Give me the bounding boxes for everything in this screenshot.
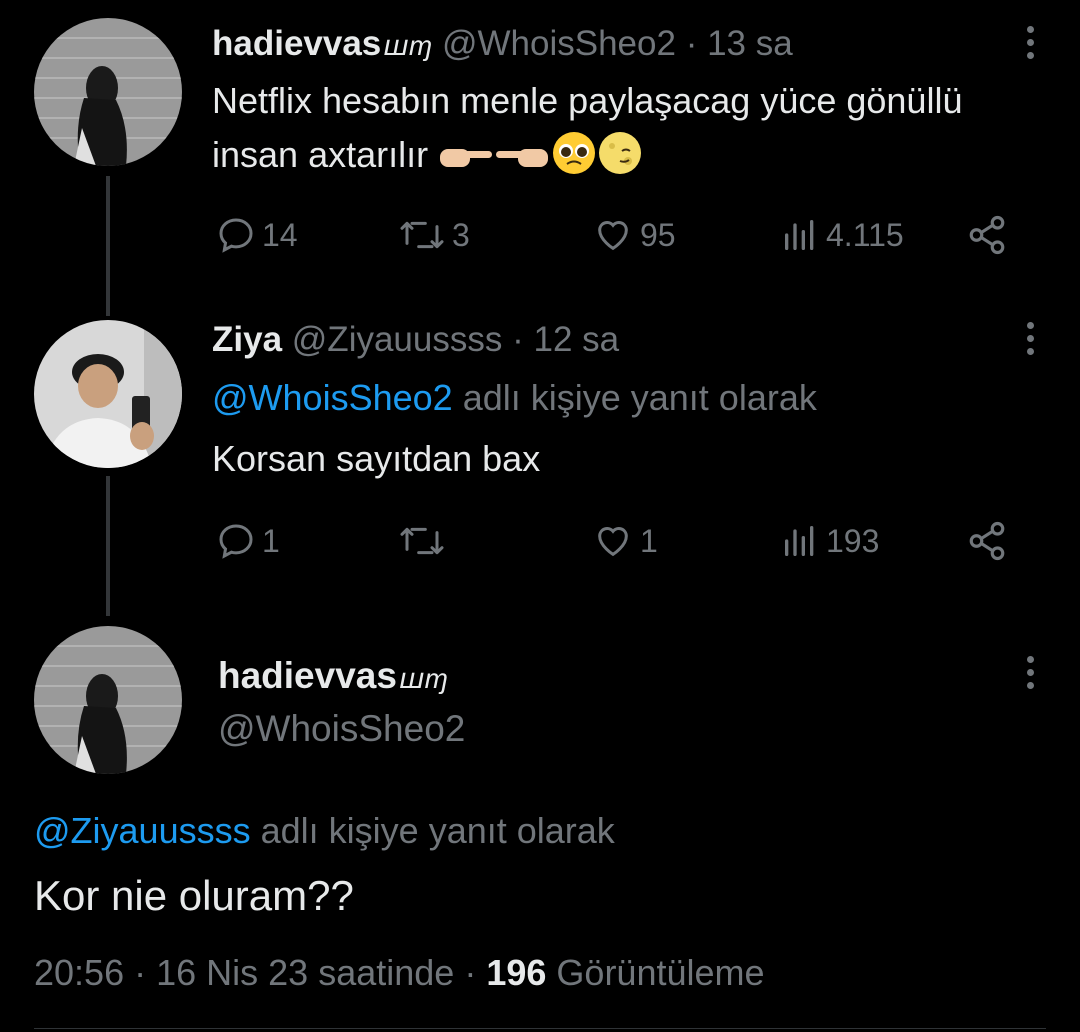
like-count: 95 [640, 216, 676, 253]
author-name[interactable]: Ziya [212, 320, 282, 359]
reply-button[interactable]: 14 [216, 210, 298, 260]
reply-icon [219, 524, 253, 559]
views-chart-icon [785, 526, 814, 556]
reply-mention-link[interactable]: @Ziyauussss [34, 810, 251, 851]
retweet-icon [400, 527, 444, 555]
reply-button[interactable]: 1 [216, 516, 280, 566]
heart-icon [598, 527, 628, 557]
reply-context: @Ziyauussss adlı kişiye yanıt olarak [34, 810, 615, 852]
avatar[interactable] [34, 320, 182, 468]
retweet-button[interactable] [398, 516, 452, 566]
share-icon [969, 521, 1005, 561]
reply-count: 14 [262, 216, 298, 253]
timestamp[interactable]: 12 sa [534, 320, 620, 359]
pointing-left-hand-icon [496, 149, 549, 167]
avatar-photo-icon [34, 320, 182, 468]
avatar-photo-icon [34, 626, 182, 774]
share-icon [969, 215, 1005, 255]
like-count: 1 [640, 522, 658, 559]
avatar[interactable] [34, 18, 182, 166]
tweet-text-block: Netflix hesabın menle paylaşacag yüce gö… [212, 74, 972, 182]
tweet-time[interactable]: 20:56 [34, 952, 124, 993]
divider [34, 1028, 1046, 1029]
more-options-icon[interactable] [1024, 26, 1036, 59]
separator: · [685, 24, 698, 63]
more-options-icon[interactable] [1024, 322, 1036, 355]
tweet-actions: 14 3 95 4.115 [212, 210, 1012, 260]
views-button[interactable]: 4.115 [780, 210, 904, 260]
pointing-right-hand-icon [440, 149, 493, 167]
author-name[interactable]: hadievvas [218, 655, 397, 696]
tweet-actions: 1 1 193 [212, 516, 1012, 566]
reply-context: @WhoisSheo2 adlı kişiye yanıt olarak [212, 378, 817, 418]
name-glyph: ꟺɱ [383, 30, 433, 61]
timestamp[interactable]: 13 sa [707, 24, 793, 63]
share-button[interactable] [966, 210, 1008, 260]
reply-icon [219, 218, 253, 253]
like-button[interactable]: 95 [592, 210, 676, 260]
tweet-2[interactable]: Ziya @Ziyauussss · 12 sa @WhoisSheo2 adl… [0, 300, 1080, 590]
tweet-1[interactable]: hadievvasꟺɱ @WhoisSheo2 · 13 sa Netflix … [0, 0, 1080, 290]
tweet-meta: 20:56 · 16 Nis 23 saatinde · 196 Görüntü… [34, 952, 765, 993]
reply-context-label: adlı kişiye yanıt olarak [260, 810, 615, 851]
tweet-date[interactable]: 16 Nis 23 saatinde [156, 952, 454, 993]
tweet-text: Kor nie oluram?? [34, 872, 354, 919]
author-handle[interactable]: @WhoisSheo2 [218, 708, 465, 750]
avatar[interactable] [34, 626, 182, 774]
views-chart-icon [785, 220, 814, 250]
smirking-moon-icon [599, 132, 642, 174]
views-button[interactable]: 193 [780, 516, 879, 566]
separator: · [512, 320, 524, 359]
author-handle[interactable]: @Ziyauussss [292, 320, 503, 359]
reply-mention-link[interactable]: @WhoisSheo2 [212, 377, 453, 418]
author-name[interactable]: hadievvas [212, 24, 381, 63]
view-count: 4.115 [826, 216, 904, 253]
author-handle[interactable]: @WhoisSheo2 [442, 24, 676, 63]
views-label: Görüntüleme [556, 952, 765, 993]
heart-icon [598, 221, 628, 251]
name-glyph: ꟺɱ [398, 663, 448, 694]
retweet-count: 3 [452, 216, 470, 253]
like-button[interactable]: 1 [592, 516, 658, 566]
retweet-button[interactable]: 3 [398, 210, 470, 260]
views-count[interactable]: 196 [486, 952, 546, 993]
more-options-icon[interactable] [1024, 656, 1036, 689]
reply-count: 1 [262, 522, 280, 559]
pleading-face-icon [553, 132, 596, 174]
reply-context-label: adlı kişiye yanıt olarak [462, 377, 817, 418]
avatar-photo-icon [34, 18, 182, 166]
view-count: 193 [826, 522, 880, 559]
retweet-icon [400, 221, 444, 249]
tweet-text: Korsan sayıtdan bax [212, 438, 541, 479]
share-button[interactable] [966, 516, 1008, 566]
